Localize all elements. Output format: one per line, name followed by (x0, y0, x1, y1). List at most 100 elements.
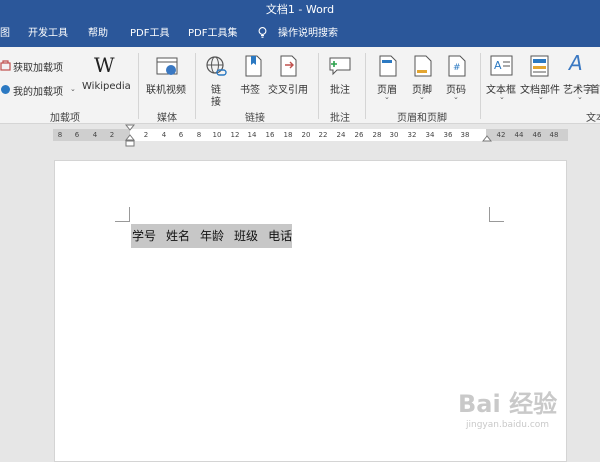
tab-pdf-toolset[interactable]: PDF工具集 (188, 20, 237, 47)
ruler-tick-label: 14 (247, 131, 257, 139)
ruler-tick-label: 18 (283, 131, 293, 139)
ruler-tick-label: 38 (460, 131, 470, 139)
footer-icon (414, 55, 432, 77)
tell-me-search[interactable]: 操作说明搜索 (278, 20, 338, 47)
quick-parts-button[interactable]: 文档部件 ⌄ (520, 53, 562, 109)
ruler-tick-label: 48 (549, 131, 559, 139)
ruler-tick-label: 8 (196, 131, 202, 139)
ruler-tick-label: 44 (514, 131, 524, 139)
group-separator (138, 53, 139, 119)
ruler-tick-label: 24 (336, 131, 346, 139)
ruler-tick-label: 42 (496, 131, 506, 139)
tab-pdf-tools[interactable]: PDF工具 (130, 20, 169, 47)
ruler-tick-label: 46 (532, 131, 542, 139)
indent-marker-icon[interactable] (125, 124, 135, 148)
globe-link-icon (206, 56, 227, 76)
new-comment-button[interactable]: 批注 (328, 53, 354, 103)
addin-icon (1, 85, 10, 94)
chevron-down-icon: ⌄ (384, 93, 390, 101)
video-icon (156, 57, 178, 75)
ruler-tick-label: 30 (389, 131, 399, 139)
ruler-tick-label: 34 (425, 131, 435, 139)
store-icon (0, 60, 11, 71)
comment-icon (329, 57, 351, 76)
chevron-down-icon: ⌄ (419, 93, 425, 101)
header-cell-age: 年龄 (200, 229, 225, 243)
group-label-addins: 加载项 (50, 113, 80, 124)
cross-reference-button[interactable]: 交叉引用 (268, 53, 310, 103)
comment-label: 批注 (330, 85, 350, 96)
chevron-down-icon: ⌄ (577, 93, 583, 101)
wikipedia-button[interactable]: W Wikipedia (82, 53, 131, 103)
lightbulb-icon (258, 27, 267, 38)
group-separator (318, 53, 319, 119)
ruler-tick-label: 22 (318, 131, 328, 139)
tab-developer[interactable]: 开发工具 (28, 20, 68, 47)
my-addins-label: 我的加载项 (13, 87, 63, 98)
dropcap-label: 首 (590, 85, 600, 96)
horizontal-ruler[interactable]: 8 6 4 2 2 4 6 8 10 12 14 16 18 20 22 24 26 28 30 32 34 36 38 42… (0, 124, 600, 147)
footer-button[interactable]: 页脚 ⌄ (410, 53, 436, 109)
ruler-tick-label: 28 (372, 131, 382, 139)
header-cell-class: 班级 (234, 229, 259, 243)
bookmark-icon (245, 55, 262, 77)
ribbon-body: 获取加载项 我的加载项 ⌄ W Wikipedia 加载项 联机视频 媒体 链 … (0, 47, 600, 124)
textbox-icon: A (490, 55, 513, 76)
chevron-down-icon: ⌄ (70, 85, 76, 93)
link-button[interactable]: 链 接 (203, 53, 231, 109)
tab-help[interactable]: 帮助 (88, 20, 108, 47)
link-label-2: 接 (211, 97, 221, 108)
crop-mark-top-left (115, 207, 130, 222)
group-label-header-footer: 页眉和页脚 (397, 113, 447, 124)
ruler-tick-label: 36 (443, 131, 453, 139)
ruler-tick-label: 26 (354, 131, 364, 139)
header-icon (379, 55, 397, 77)
online-video-label: 联机视频 (146, 85, 186, 96)
textbox-button[interactable]: A 文本框 ⌄ (486, 53, 518, 109)
ruler-tick-label: 4 (92, 131, 98, 139)
group-separator (365, 53, 366, 119)
group-separator (195, 53, 196, 119)
ruler-tick-label: 20 (301, 131, 311, 139)
chevron-down-icon: ⌄ (453, 93, 459, 101)
wikipedia-icon: W (94, 53, 115, 77)
header-cell-name: 姓名 (166, 229, 191, 243)
ruler-tick-label: 32 (407, 131, 417, 139)
wordart-icon: A (569, 51, 583, 75)
ruler-tick-label: 10 (212, 131, 222, 139)
watermark-logo: Bai 经验 (458, 390, 558, 418)
chevron-down-icon: ⌄ (538, 93, 544, 101)
bookmark-button[interactable]: 书签 (240, 53, 266, 103)
ribbon-tabs: 图 开发工具 帮助 PDF工具 PDF工具集 操作说明搜索 (0, 20, 600, 47)
ruler-tick-label: 12 (230, 131, 240, 139)
ruler-tick-label: 4 (161, 131, 167, 139)
ruler-tick-label: 6 (74, 131, 80, 139)
ruler-tick-label: 6 (178, 131, 184, 139)
ruler-tick-label: 16 (265, 131, 275, 139)
selected-text-row[interactable]: 学号 姓名 年龄 班级 电话 (131, 224, 293, 248)
quick-parts-icon (530, 55, 549, 77)
cross-reference-label: 交叉引用 (268, 85, 308, 96)
title-bar: 文档1 - Word (0, 0, 600, 20)
page-number-button[interactable]: # 页码 ⌄ (444, 53, 470, 109)
header-cell-phone: 电话 (268, 229, 293, 243)
svg-text:A: A (494, 59, 502, 72)
tab-insert-partial[interactable]: 图 (0, 20, 10, 47)
cross-reference-icon (280, 55, 297, 77)
online-video-button[interactable]: 联机视频 (146, 53, 188, 103)
header-button[interactable]: 页眉 ⌄ (375, 53, 401, 109)
ruler-tick-label: 2 (143, 131, 149, 139)
right-indent-marker-icon[interactable] (482, 134, 492, 143)
group-separator (480, 53, 481, 119)
get-addins-label: 获取加载项 (13, 63, 63, 74)
wikipedia-label: Wikipedia (82, 81, 131, 92)
group-label-text: 文本 (586, 113, 600, 124)
group-label-media: 媒体 (157, 113, 177, 124)
bookmark-label: 书签 (240, 85, 260, 96)
header-cell-student-id: 学号 (132, 229, 157, 243)
window-title: 文档1 - Word (265, 3, 335, 16)
chevron-down-icon: ⌄ (499, 93, 505, 101)
group-label-comments: 批注 (330, 113, 350, 124)
crop-mark-top-right (489, 207, 504, 222)
svg-text:#: # (453, 63, 461, 73)
